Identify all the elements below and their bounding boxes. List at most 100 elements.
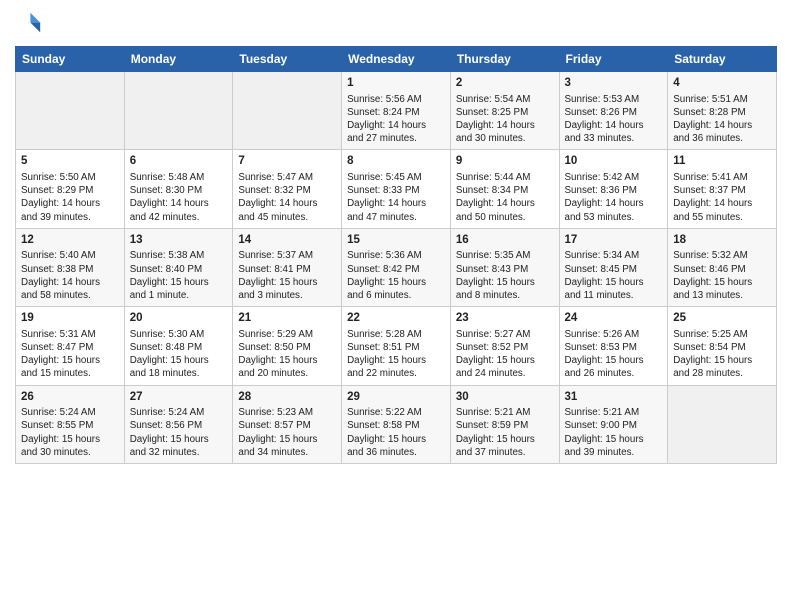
day-number: 27 — [130, 390, 228, 406]
day-number: 23 — [456, 311, 554, 327]
calendar-cell: 18Sunrise: 5:32 AM Sunset: 8:46 PM Dayli… — [668, 228, 777, 306]
calendar-cell: 12Sunrise: 5:40 AM Sunset: 8:38 PM Dayli… — [16, 228, 125, 306]
day-number: 11 — [673, 154, 771, 170]
day-info: Sunrise: 5:27 AM Sunset: 8:52 PM Dayligh… — [456, 328, 554, 381]
calendar-week-3: 12Sunrise: 5:40 AM Sunset: 8:38 PM Dayli… — [16, 228, 777, 306]
weekday-header-monday: Monday — [124, 47, 233, 72]
day-number: 22 — [347, 311, 445, 327]
day-info: Sunrise: 5:21 AM Sunset: 8:59 PM Dayligh… — [456, 406, 554, 459]
day-info: Sunrise: 5:28 AM Sunset: 8:51 PM Dayligh… — [347, 328, 445, 381]
calendar-cell — [124, 72, 233, 150]
calendar-cell: 9Sunrise: 5:44 AM Sunset: 8:34 PM Daylig… — [450, 150, 559, 228]
day-info: Sunrise: 5:34 AM Sunset: 8:45 PM Dayligh… — [565, 249, 663, 302]
calendar-cell: 4Sunrise: 5:51 AM Sunset: 8:28 PM Daylig… — [668, 72, 777, 150]
day-number: 1 — [347, 76, 445, 92]
day-number: 13 — [130, 233, 228, 249]
day-info: Sunrise: 5:29 AM Sunset: 8:50 PM Dayligh… — [238, 328, 336, 381]
day-number: 18 — [673, 233, 771, 249]
calendar-cell: 3Sunrise: 5:53 AM Sunset: 8:26 PM Daylig… — [559, 72, 668, 150]
calendar-cell: 27Sunrise: 5:24 AM Sunset: 8:56 PM Dayli… — [124, 385, 233, 463]
weekday-header-saturday: Saturday — [668, 47, 777, 72]
calendar-cell: 30Sunrise: 5:21 AM Sunset: 8:59 PM Dayli… — [450, 385, 559, 463]
day-info: Sunrise: 5:36 AM Sunset: 8:42 PM Dayligh… — [347, 249, 445, 302]
day-info: Sunrise: 5:32 AM Sunset: 8:46 PM Dayligh… — [673, 249, 771, 302]
day-number: 20 — [130, 311, 228, 327]
day-info: Sunrise: 5:47 AM Sunset: 8:32 PM Dayligh… — [238, 171, 336, 224]
calendar-cell: 20Sunrise: 5:30 AM Sunset: 8:48 PM Dayli… — [124, 307, 233, 385]
day-number: 15 — [347, 233, 445, 249]
calendar-table: SundayMondayTuesdayWednesdayThursdayFrid… — [15, 46, 777, 464]
calendar-week-4: 19Sunrise: 5:31 AM Sunset: 8:47 PM Dayli… — [16, 307, 777, 385]
calendar-cell: 5Sunrise: 5:50 AM Sunset: 8:29 PM Daylig… — [16, 150, 125, 228]
logo-icon — [15, 10, 43, 38]
calendar-cell: 8Sunrise: 5:45 AM Sunset: 8:33 PM Daylig… — [342, 150, 451, 228]
calendar-cell: 29Sunrise: 5:22 AM Sunset: 8:58 PM Dayli… — [342, 385, 451, 463]
calendar-cell: 15Sunrise: 5:36 AM Sunset: 8:42 PM Dayli… — [342, 228, 451, 306]
calendar-cell: 17Sunrise: 5:34 AM Sunset: 8:45 PM Dayli… — [559, 228, 668, 306]
day-number: 3 — [565, 76, 663, 92]
day-info: Sunrise: 5:48 AM Sunset: 8:30 PM Dayligh… — [130, 171, 228, 224]
day-number: 19 — [21, 311, 119, 327]
day-number: 28 — [238, 390, 336, 406]
day-number: 17 — [565, 233, 663, 249]
weekday-header-friday: Friday — [559, 47, 668, 72]
calendar-cell: 26Sunrise: 5:24 AM Sunset: 8:55 PM Dayli… — [16, 385, 125, 463]
day-info: Sunrise: 5:40 AM Sunset: 8:38 PM Dayligh… — [21, 249, 119, 302]
day-info: Sunrise: 5:45 AM Sunset: 8:33 PM Dayligh… — [347, 171, 445, 224]
logo — [15, 10, 45, 38]
day-number: 21 — [238, 311, 336, 327]
weekday-header-thursday: Thursday — [450, 47, 559, 72]
day-number: 2 — [456, 76, 554, 92]
day-info: Sunrise: 5:56 AM Sunset: 8:24 PM Dayligh… — [347, 93, 445, 146]
calendar-header: SundayMondayTuesdayWednesdayThursdayFrid… — [16, 47, 777, 72]
day-number: 29 — [347, 390, 445, 406]
weekday-header-row: SundayMondayTuesdayWednesdayThursdayFrid… — [16, 47, 777, 72]
calendar-cell: 16Sunrise: 5:35 AM Sunset: 8:43 PM Dayli… — [450, 228, 559, 306]
day-info: Sunrise: 5:21 AM Sunset: 9:00 PM Dayligh… — [565, 406, 663, 459]
calendar-cell: 31Sunrise: 5:21 AM Sunset: 9:00 PM Dayli… — [559, 385, 668, 463]
day-info: Sunrise: 5:44 AM Sunset: 8:34 PM Dayligh… — [456, 171, 554, 224]
day-info: Sunrise: 5:37 AM Sunset: 8:41 PM Dayligh… — [238, 249, 336, 302]
calendar-cell: 21Sunrise: 5:29 AM Sunset: 8:50 PM Dayli… — [233, 307, 342, 385]
day-info: Sunrise: 5:50 AM Sunset: 8:29 PM Dayligh… — [21, 171, 119, 224]
day-number: 5 — [21, 154, 119, 170]
weekday-header-sunday: Sunday — [16, 47, 125, 72]
day-info: Sunrise: 5:22 AM Sunset: 8:58 PM Dayligh… — [347, 406, 445, 459]
day-info: Sunrise: 5:53 AM Sunset: 8:26 PM Dayligh… — [565, 93, 663, 146]
day-number: 25 — [673, 311, 771, 327]
calendar-cell: 19Sunrise: 5:31 AM Sunset: 8:47 PM Dayli… — [16, 307, 125, 385]
calendar-week-2: 5Sunrise: 5:50 AM Sunset: 8:29 PM Daylig… — [16, 150, 777, 228]
day-info: Sunrise: 5:41 AM Sunset: 8:37 PM Dayligh… — [673, 171, 771, 224]
day-number: 12 — [21, 233, 119, 249]
day-info: Sunrise: 5:54 AM Sunset: 8:25 PM Dayligh… — [456, 93, 554, 146]
day-info: Sunrise: 5:38 AM Sunset: 8:40 PM Dayligh… — [130, 249, 228, 302]
calendar-cell — [668, 385, 777, 463]
day-info: Sunrise: 5:31 AM Sunset: 8:47 PM Dayligh… — [21, 328, 119, 381]
calendar-cell — [16, 72, 125, 150]
calendar-cell: 24Sunrise: 5:26 AM Sunset: 8:53 PM Dayli… — [559, 307, 668, 385]
day-number: 14 — [238, 233, 336, 249]
calendar-cell — [233, 72, 342, 150]
calendar-cell: 28Sunrise: 5:23 AM Sunset: 8:57 PM Dayli… — [233, 385, 342, 463]
day-info: Sunrise: 5:25 AM Sunset: 8:54 PM Dayligh… — [673, 328, 771, 381]
day-number: 16 — [456, 233, 554, 249]
day-number: 31 — [565, 390, 663, 406]
calendar-cell: 6Sunrise: 5:48 AM Sunset: 8:30 PM Daylig… — [124, 150, 233, 228]
calendar-week-5: 26Sunrise: 5:24 AM Sunset: 8:55 PM Dayli… — [16, 385, 777, 463]
calendar-cell: 7Sunrise: 5:47 AM Sunset: 8:32 PM Daylig… — [233, 150, 342, 228]
day-number: 6 — [130, 154, 228, 170]
calendar-cell: 11Sunrise: 5:41 AM Sunset: 8:37 PM Dayli… — [668, 150, 777, 228]
day-info: Sunrise: 5:35 AM Sunset: 8:43 PM Dayligh… — [456, 249, 554, 302]
day-number: 4 — [673, 76, 771, 92]
day-info: Sunrise: 5:51 AM Sunset: 8:28 PM Dayligh… — [673, 93, 771, 146]
weekday-header-wednesday: Wednesday — [342, 47, 451, 72]
day-number: 8 — [347, 154, 445, 170]
calendar-cell: 1Sunrise: 5:56 AM Sunset: 8:24 PM Daylig… — [342, 72, 451, 150]
day-info: Sunrise: 5:26 AM Sunset: 8:53 PM Dayligh… — [565, 328, 663, 381]
calendar-cell: 2Sunrise: 5:54 AM Sunset: 8:25 PM Daylig… — [450, 72, 559, 150]
calendar-cell: 10Sunrise: 5:42 AM Sunset: 8:36 PM Dayli… — [559, 150, 668, 228]
day-info: Sunrise: 5:24 AM Sunset: 8:56 PM Dayligh… — [130, 406, 228, 459]
calendar-cell: 22Sunrise: 5:28 AM Sunset: 8:51 PM Dayli… — [342, 307, 451, 385]
calendar-cell: 13Sunrise: 5:38 AM Sunset: 8:40 PM Dayli… — [124, 228, 233, 306]
day-info: Sunrise: 5:30 AM Sunset: 8:48 PM Dayligh… — [130, 328, 228, 381]
